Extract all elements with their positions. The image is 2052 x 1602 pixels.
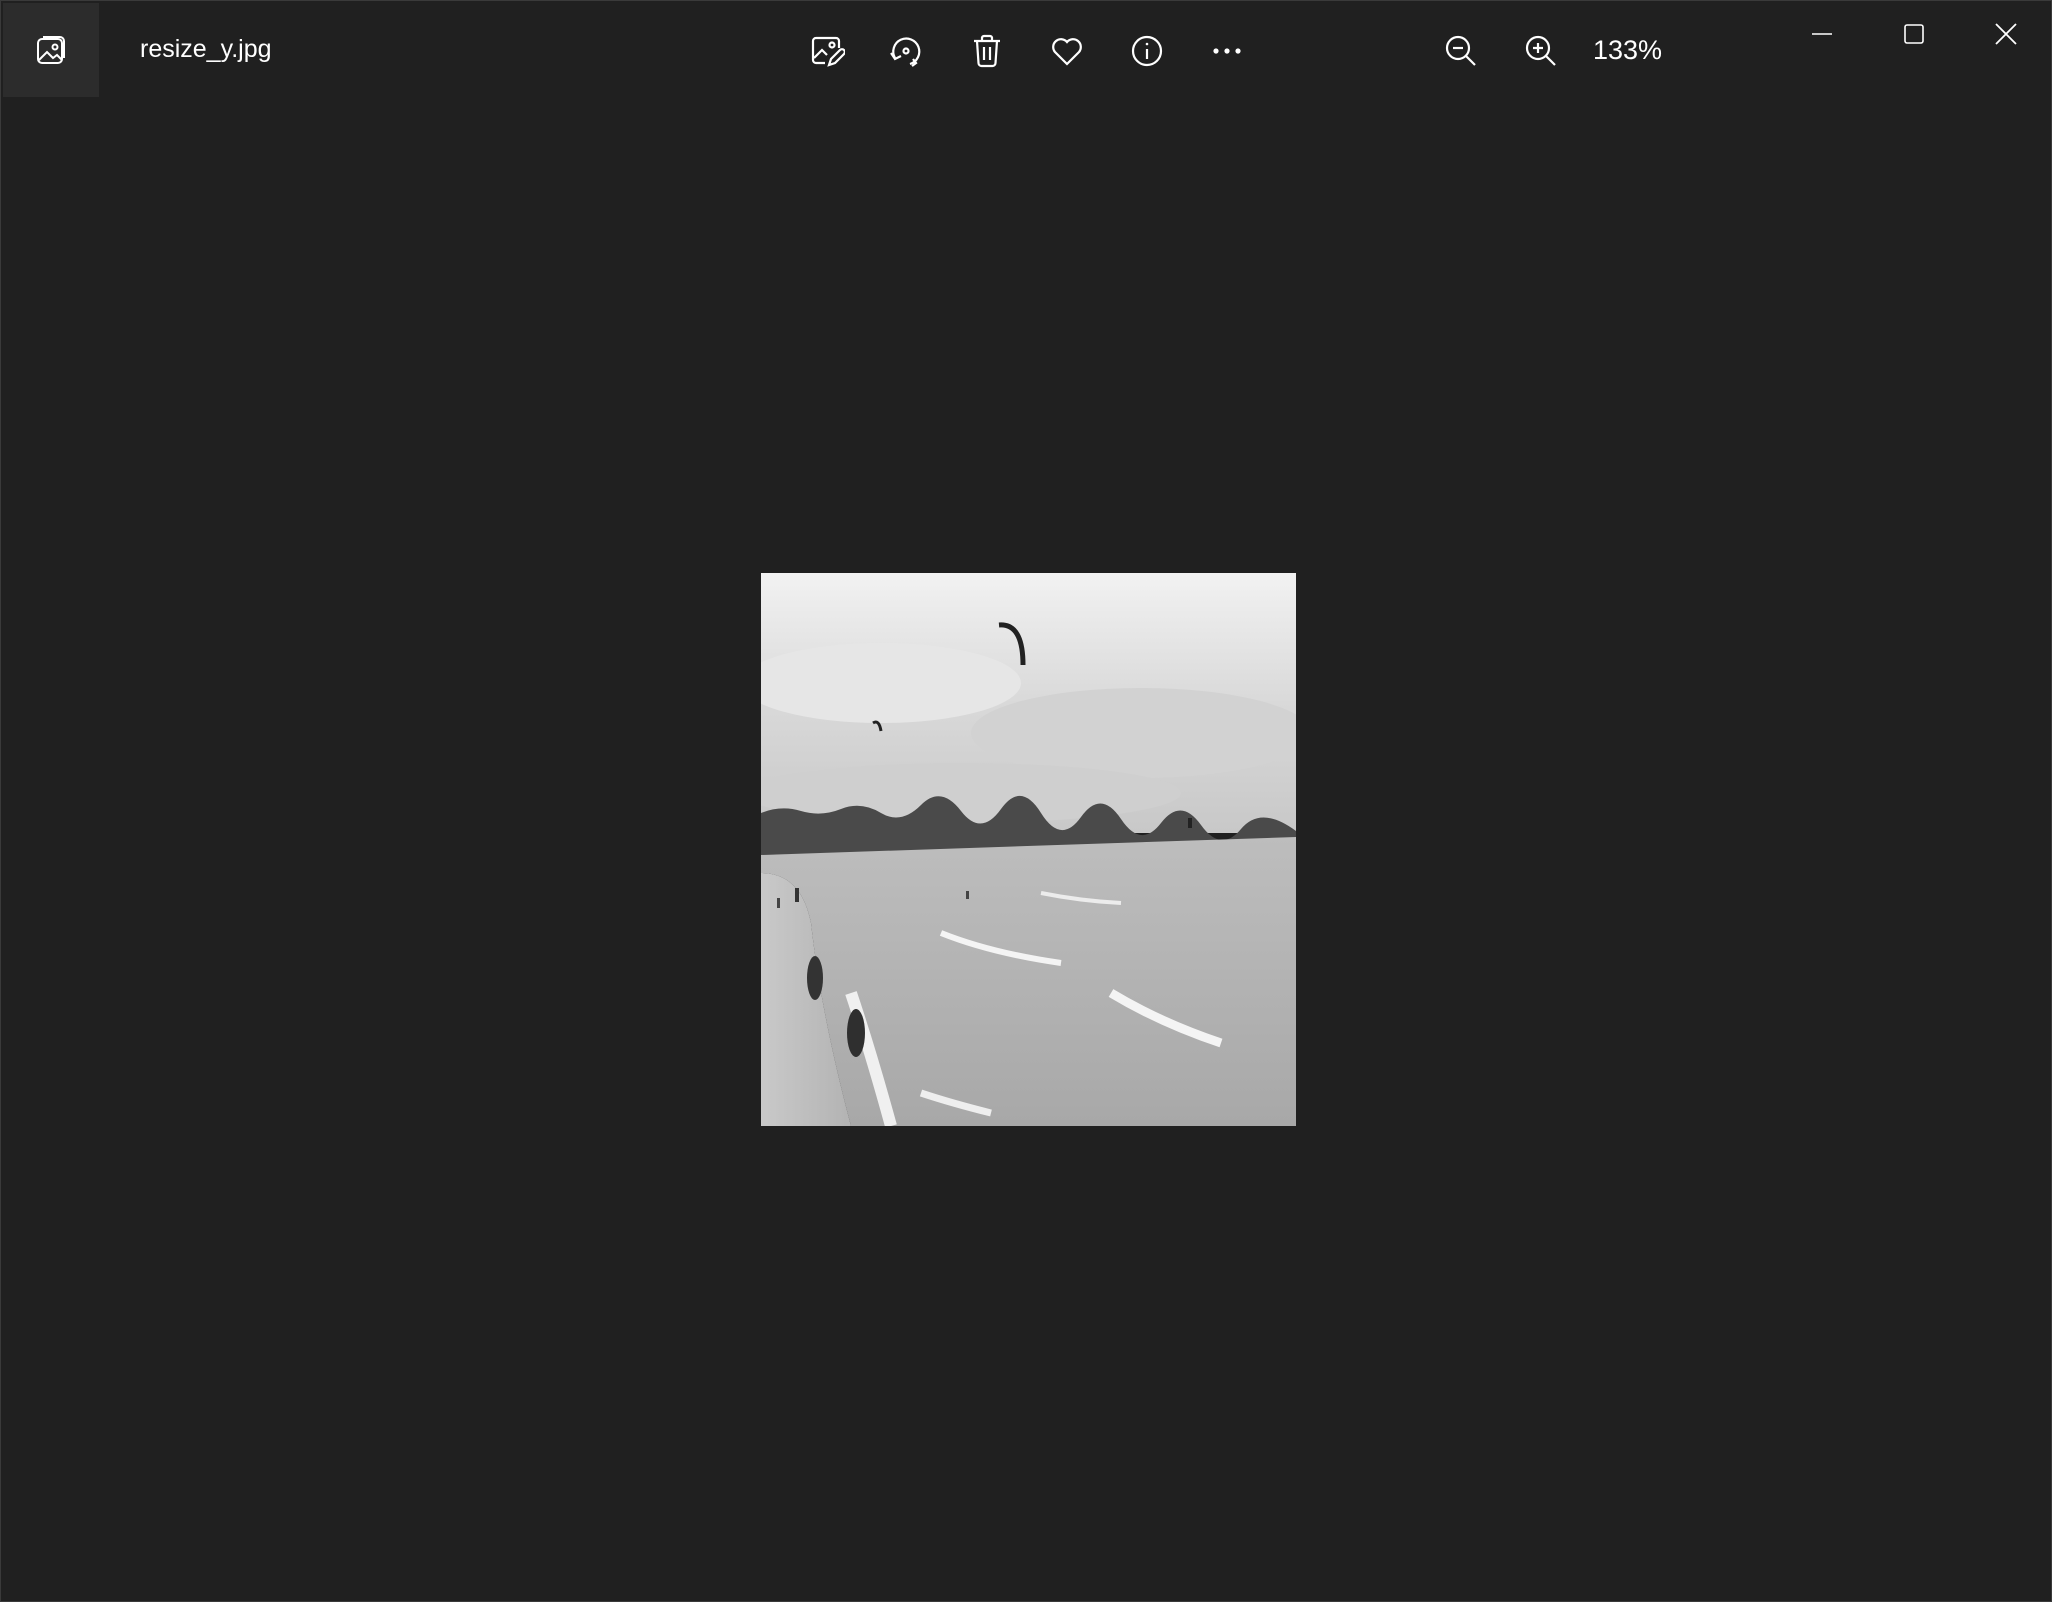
info-icon <box>1131 35 1163 67</box>
displayed-photo[interactable] <box>761 573 1296 1126</box>
info-button[interactable] <box>1119 23 1175 79</box>
more-options-button[interactable] <box>1199 23 1255 79</box>
maximize-icon <box>1904 24 1924 44</box>
title-bar: resize_y.jpg 133% <box>1 1 2052 99</box>
file-name: resize_y.jpg <box>140 35 272 63</box>
close-icon <box>1995 23 2017 45</box>
zoom-level[interactable]: 133% <box>1593 35 1662 66</box>
minimize-icon <box>1812 33 1832 35</box>
minimize-button[interactable] <box>1777 1 1867 67</box>
zoom-in-button[interactable] <box>1513 23 1569 79</box>
app-menu-button[interactable] <box>3 3 99 97</box>
image-canvas[interactable] <box>1 99 2051 1601</box>
favorite-icon <box>1052 38 1082 66</box>
close-button[interactable] <box>1961 1 2051 67</box>
favorite-button[interactable] <box>1039 23 1095 79</box>
zoom-out-icon <box>1445 35 1476 66</box>
delete-icon <box>974 34 1000 68</box>
photos-app-window: resize_y.jpg 133% <box>0 0 2052 1602</box>
zoom-in-icon <box>1525 35 1556 66</box>
photos-app-icon <box>37 36 65 64</box>
more-icon <box>1213 48 1241 54</box>
beach-photo-image <box>761 573 1296 1126</box>
edit-image-button[interactable] <box>799 23 855 79</box>
maximize-button[interactable] <box>1869 1 1959 67</box>
edit-image-icon <box>811 36 845 67</box>
rotate-button[interactable] <box>878 23 934 79</box>
delete-button[interactable] <box>959 23 1015 79</box>
zoom-out-button[interactable] <box>1433 23 1489 79</box>
rotate-icon <box>890 37 921 67</box>
